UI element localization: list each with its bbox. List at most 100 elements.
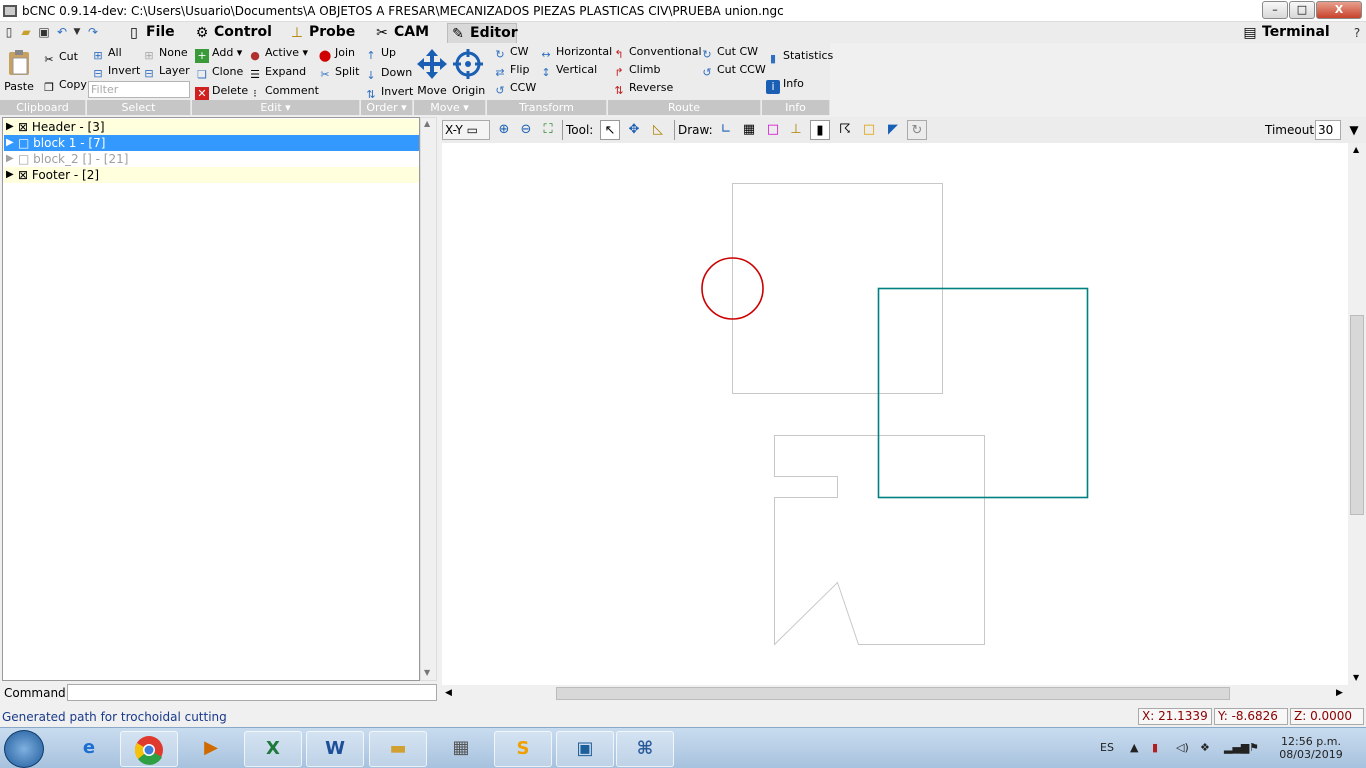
- cut-button[interactable]: ✂ Cut: [42, 50, 78, 67]
- flip-button[interactable]: ⇄ Flip: [493, 63, 529, 80]
- scroll-right-arrow-icon[interactable]: ▶: [1336, 688, 1343, 698]
- zoom-in-icon[interactable]: ⊕: [494, 120, 514, 140]
- scroll-up-arrow-icon[interactable]: ▲: [1353, 145, 1359, 154]
- tab-editor[interactable]: ✎ Editor: [447, 23, 518, 43]
- timeout-input[interactable]: 30: [1315, 120, 1341, 140]
- clone-button[interactable]: ❏ Clone: [195, 65, 243, 82]
- select-invert-button[interactable]: ⊟ Invert: [91, 64, 140, 81]
- file-explorer-icon[interactable]: ▬: [369, 731, 427, 767]
- chrome-icon[interactable]: [120, 731, 178, 767]
- pan-icon[interactable]: ✥: [624, 120, 644, 140]
- filter-input[interactable]: Filter: [88, 81, 190, 98]
- gcode-block-tree[interactable]: ▶ ⊠ Header - [3] ▶ □ block 1 - [7] ▶ □ b…: [2, 117, 420, 681]
- expand-arrow-icon[interactable]: ▶: [6, 135, 16, 151]
- help-icon[interactable]: ?: [1350, 26, 1364, 40]
- tab-cam[interactable]: ✂ CAM: [372, 23, 429, 43]
- network-app-icon[interactable]: ▣: [556, 731, 614, 767]
- group-order-label[interactable]: Order ▾: [361, 100, 413, 115]
- split-button[interactable]: ✂ Split: [318, 65, 359, 82]
- tree-scrollbar[interactable]: ▲ ▼: [420, 117, 437, 681]
- word-icon[interactable]: W: [306, 731, 364, 767]
- rapid-moves-icon[interactable]: ☈: [835, 120, 855, 140]
- add-button[interactable]: + Add ▾: [195, 46, 242, 63]
- tree-row-footer[interactable]: ▶ ⊠ Footer - [2]: [4, 167, 419, 183]
- undo-icon[interactable]: ↶: [55, 25, 69, 39]
- canvas-horizontal-scrollbar[interactable]: ◀ ▶: [442, 686, 1348, 702]
- order-up-button[interactable]: ↑ Up: [364, 46, 396, 63]
- select-layer-button[interactable]: ⊟ Layer: [142, 64, 189, 81]
- tab-terminal[interactable]: ▤ Terminal: [1240, 23, 1329, 43]
- view-select[interactable]: X-Y ▭: [442, 120, 490, 140]
- order-down-button[interactable]: ↓ Down: [364, 66, 412, 83]
- redo-icon[interactable]: ↷: [86, 25, 100, 39]
- tree-row-block-1[interactable]: ▶ □ block 1 - [7]: [4, 135, 419, 151]
- maximize-button[interactable]: □: [1289, 1, 1315, 19]
- close-button[interactable]: X: [1316, 1, 1362, 19]
- expand-arrow-icon[interactable]: ▶: [6, 151, 16, 167]
- tree-row-header[interactable]: ▶ ⊠ Header - [3]: [4, 119, 419, 135]
- tab-file[interactable]: ▯ File: [124, 23, 175, 43]
- climb-button[interactable]: ↱ Climb: [612, 63, 660, 80]
- expand-button[interactable]: ☰ Expand: [248, 65, 306, 82]
- tab-probe[interactable]: ⊥ Probe: [287, 23, 355, 43]
- fit-to-screen-icon[interactable]: ⛶: [538, 120, 558, 140]
- axes-icon[interactable]: ∟: [716, 120, 736, 140]
- open-file-icon[interactable]: ▰: [19, 25, 33, 39]
- copy-button[interactable]: ❐ Copy: [42, 78, 87, 95]
- language-indicator[interactable]: ES: [1100, 741, 1114, 754]
- paste-button[interactable]: Paste: [3, 48, 35, 94]
- save-icon[interactable]: ▣: [37, 25, 51, 39]
- scroll-left-arrow-icon[interactable]: ◀: [445, 688, 452, 698]
- select-all-button[interactable]: ⊞ All: [91, 46, 121, 63]
- comment-button[interactable]: ⁝ Comment: [248, 84, 319, 101]
- rotate-cw-button[interactable]: ↻ CW: [493, 45, 528, 62]
- camera-icon[interactable]: ◤: [883, 120, 903, 140]
- scroll-down-arrow-icon[interactable]: ▼: [1353, 673, 1359, 682]
- active-button[interactable]: ● Active ▾: [248, 46, 308, 63]
- tree-row-block-2[interactable]: ▶ □ block_2 [] - [21]: [4, 151, 419, 167]
- python-icon[interactable]: ⌘: [616, 731, 674, 767]
- move-button[interactable]: Move: [416, 48, 448, 98]
- minimize-button[interactable]: –: [1262, 1, 1288, 19]
- battery-icon[interactable]: ▮: [1152, 741, 1158, 754]
- conventional-button[interactable]: ↰ Conventional: [612, 45, 701, 62]
- action-center-flag-icon[interactable]: ⚑: [1249, 741, 1259, 754]
- command-input[interactable]: [67, 684, 437, 701]
- internet-explorer-icon[interactable]: e: [60, 731, 118, 767]
- redraw-icon[interactable]: ↻: [907, 120, 927, 140]
- show-hidden-icons-icon[interactable]: ▲: [1130, 741, 1138, 754]
- scroll-up-arrow-icon[interactable]: ▲: [424, 119, 430, 128]
- calculator-icon[interactable]: ▦: [432, 731, 490, 767]
- tab-control[interactable]: ⚙ Control: [192, 23, 272, 43]
- mirror-vertical-button[interactable]: ↕ Vertical: [539, 63, 597, 80]
- gcode-canvas[interactable]: [442, 143, 1348, 685]
- zoom-out-icon[interactable]: ⊖: [516, 120, 536, 140]
- select-pointer-icon[interactable]: ↖: [600, 120, 620, 140]
- group-edit-label[interactable]: Edit ▾: [192, 100, 360, 115]
- chevron-down-icon[interactable]: ▼: [1344, 120, 1364, 140]
- group-move-label[interactable]: Move ▾: [414, 100, 486, 115]
- workarea-icon[interactable]: □: [859, 120, 879, 140]
- clock[interactable]: 12:56 p.m. 08/03/2019: [1278, 735, 1344, 761]
- undo-list-icon[interactable]: ▼: [70, 25, 84, 39]
- start-button[interactable]: [4, 730, 44, 768]
- expand-arrow-icon[interactable]: ▶: [6, 167, 16, 183]
- canvas-vertical-scrollbar[interactable]: ▲ ▼: [1348, 143, 1366, 685]
- signal-icon[interactable]: ▂▄▆: [1224, 741, 1249, 754]
- ruler-icon[interactable]: ◺: [648, 120, 668, 140]
- info-button[interactable]: i Info: [766, 77, 804, 94]
- new-file-icon[interactable]: ▯: [2, 25, 16, 39]
- delete-button[interactable]: ✕ Delete: [195, 84, 248, 101]
- mirror-horizontal-button[interactable]: ↔ Horizontal: [539, 45, 612, 62]
- cut-ccw-button[interactable]: ↺ Cut CCW: [700, 63, 765, 80]
- cut-cw-button[interactable]: ↻ Cut CW: [700, 45, 758, 62]
- scroll-down-arrow-icon[interactable]: ▼: [424, 668, 430, 677]
- expand-arrow-icon[interactable]: ▶: [6, 119, 16, 135]
- rotate-ccw-button[interactable]: ↺ CCW: [493, 81, 536, 98]
- grid-icon[interactable]: ▦: [739, 120, 759, 140]
- margins-icon[interactable]: □: [763, 120, 783, 140]
- dropbox-icon[interactable]: ❖: [1200, 741, 1210, 754]
- media-player-icon[interactable]: ▶: [182, 731, 240, 767]
- probe-draw-icon[interactable]: ⊥: [786, 120, 806, 140]
- volume-icon[interactable]: ◁): [1176, 741, 1189, 754]
